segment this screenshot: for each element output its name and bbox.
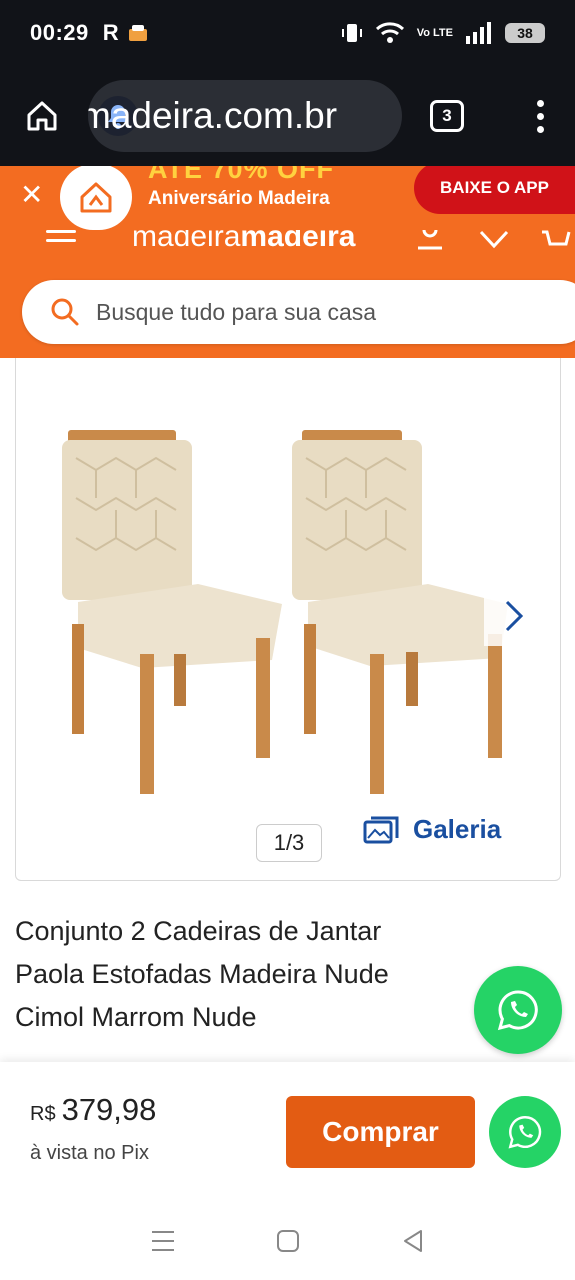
gallery-link[interactable]: Galeria (363, 814, 501, 845)
buy-button[interactable]: Comprar (286, 1096, 475, 1168)
browser-menu-button[interactable] (535, 99, 545, 133)
whatsapp-float-button[interactable] (474, 966, 562, 1054)
site-logo[interactable]: madeiramadeira (132, 230, 355, 254)
hamburger-menu-icon[interactable] (46, 230, 76, 248)
user-icon[interactable] (414, 230, 446, 252)
search-icon (51, 298, 79, 326)
status-bar: 00:29 R Vo LTE 38 (0, 0, 575, 66)
signal-icon (466, 22, 491, 44)
payment-note: à vista no Pix (30, 1142, 149, 1164)
home-nav-icon[interactable] (276, 1229, 300, 1253)
close-icon[interactable]: ✕ (20, 180, 43, 210)
price-value: 379,98 (61, 1092, 157, 1127)
status-right-icons: Vo LTE 38 (341, 21, 545, 45)
menu-dot (536, 99, 544, 107)
back-icon[interactable] (401, 1229, 425, 1253)
promo-subtitle: Aniversário Madeira (148, 188, 330, 209)
image-icon (363, 816, 399, 843)
whatsapp-icon (497, 990, 538, 1031)
home-icon (27, 101, 57, 131)
download-app-button[interactable]: BAIXE O APP (414, 166, 575, 214)
product-title: Conjunto 2 Cadeiras de Jantar Paola Esto… (15, 916, 389, 1032)
url-text: madeira.com.br (88, 95, 338, 136)
vibrate-icon (341, 24, 362, 42)
site-header: madeiramadeira Busque tudo para sua casa (0, 230, 575, 358)
product-image[interactable] (16, 358, 561, 881)
buy-bar: R$ 379,98 à vista no Pix Comprar (0, 1062, 575, 1202)
cart-icon[interactable] (540, 230, 572, 252)
wifi-icon (375, 22, 404, 43)
chevron-right-icon (505, 600, 524, 632)
house-logo-icon (80, 182, 112, 213)
search-input[interactable]: Busque tudo para sua casa (22, 280, 575, 344)
status-time: 00:29 (30, 20, 89, 45)
gallery-label: Galeria (413, 814, 502, 844)
promo-headline: ATÉ 70% OFF (148, 166, 335, 184)
whatsapp-icon (508, 1116, 542, 1149)
menu-dot (536, 125, 544, 133)
tab-switcher-button[interactable]: 3 (430, 100, 464, 132)
app-logo (60, 166, 132, 230)
menu-dot (536, 112, 544, 120)
gallery-next-button[interactable] (484, 586, 544, 646)
system-nav-bar (0, 1202, 575, 1280)
whatsapp-buy-button[interactable] (489, 1096, 561, 1168)
gallery-counter: 1/3 (256, 824, 322, 862)
carrier-icon: R (102, 20, 119, 45)
brand-light: madeira (132, 230, 241, 253)
address-bar[interactable]: madeira.com.br (88, 80, 402, 152)
chair-right (292, 430, 508, 794)
recent-apps-icon[interactable] (150, 1229, 176, 1253)
promo-banner: ✕ ATÉ 70% OFF Aniversário Madeira BAIXE … (0, 166, 575, 230)
price-currency: R$ (30, 1103, 56, 1125)
browser-toolbar: madeira.com.br 3 (0, 66, 575, 166)
battery-icon: 38 (505, 23, 545, 43)
heart-icon[interactable] (478, 230, 510, 252)
search-placeholder: Busque tudo para sua casa (96, 298, 377, 325)
status-left-icons: R (103, 20, 149, 46)
volte-icon: Vo LTE (416, 27, 453, 39)
notification-app-icon (128, 25, 147, 41)
chair-left (62, 430, 282, 794)
price: R$ 379,98 (30, 1092, 156, 1128)
brand-bold: madeira (240, 230, 356, 253)
product-gallery[interactable]: 1/3 Galeria (15, 358, 561, 881)
home-button[interactable] (20, 94, 64, 138)
